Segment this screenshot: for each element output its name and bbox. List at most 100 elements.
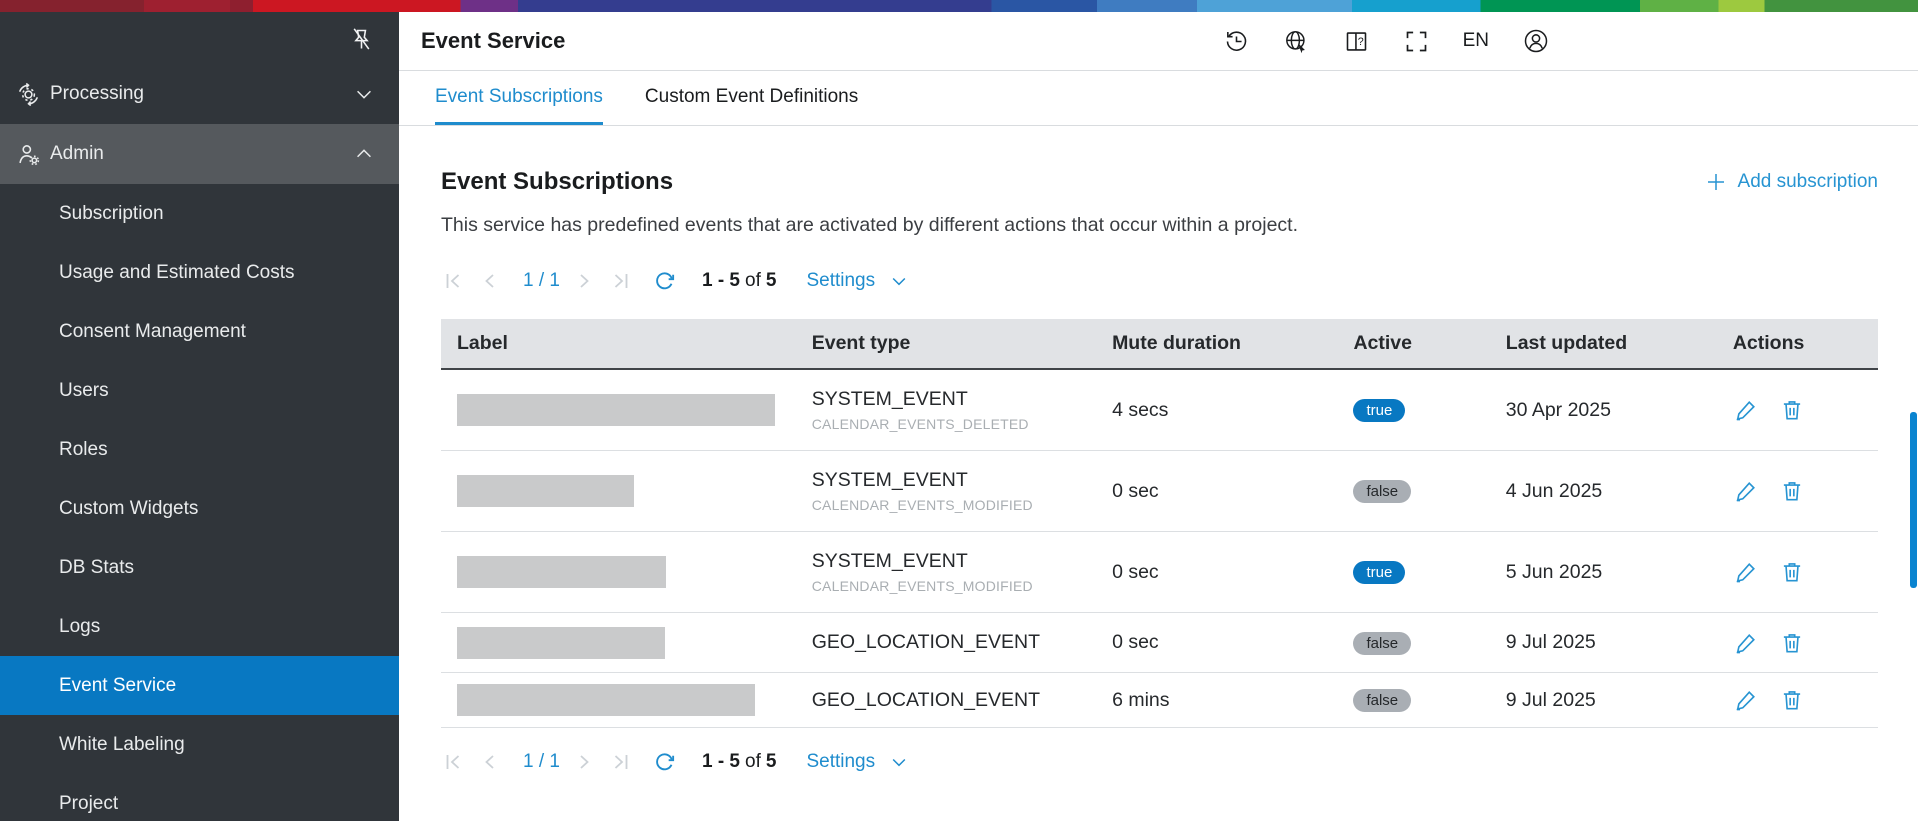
pin-off-icon[interactable] <box>348 26 375 53</box>
column-header-label: Label <box>441 332 812 355</box>
topbar: Event Service ? <box>399 12 1918 71</box>
sidebar-item-logs[interactable]: Logs <box>0 597 399 656</box>
chevron-down-icon <box>889 752 909 772</box>
mute-duration: 4 secs <box>1112 399 1353 422</box>
table-row: SYSTEM_EVENT CALENDAR_EVENTS_DELETED 4 s… <box>441 370 1878 451</box>
fullscreen-icon[interactable] <box>1403 28 1430 55</box>
sidebar-item-white-labeling[interactable]: White Labeling <box>0 715 399 774</box>
range-indicator: 1 - 5of5 <box>702 270 776 292</box>
svg-text:?: ? <box>1357 35 1363 47</box>
range-indicator: 1 - 5of5 <box>702 751 776 773</box>
active-badge: true <box>1353 561 1405 584</box>
sidebar-item-event-service[interactable]: Event Service <box>0 656 399 715</box>
processing-icon <box>14 80 42 108</box>
next-page-button[interactable] <box>572 269 596 293</box>
chevron-down-icon <box>889 271 909 291</box>
mute-duration: 6 mins <box>1112 689 1353 712</box>
page-indicator: 1 / 1 <box>523 270 560 292</box>
delete-button[interactable] <box>1779 630 1805 656</box>
brand-supergraphic <box>0 0 1918 12</box>
help-book-icon[interactable]: ? <box>1343 28 1370 55</box>
mute-duration: 0 sec <box>1112 631 1353 654</box>
column-header-last-updated: Last updated <box>1506 332 1733 355</box>
event-type: SYSTEM_EVENT <box>812 388 1112 411</box>
globe-language-icon[interactable] <box>1283 28 1310 55</box>
delete-button[interactable] <box>1779 397 1805 423</box>
sidebar: Processing Admin Subscription Usage an <box>0 12 399 821</box>
last-updated: 30 Apr 2025 <box>1506 399 1733 422</box>
event-subtype: CALENDAR_EVENTS_MODIFIED <box>812 497 1112 513</box>
column-header-event-type: Event type <box>812 332 1112 355</box>
sidebar-item-admin[interactable]: Admin <box>0 124 399 184</box>
column-header-mute-duration: Mute duration <box>1112 332 1353 355</box>
delete-button[interactable] <box>1779 478 1805 504</box>
active-badge: false <box>1353 632 1411 655</box>
sidebar-pin-row <box>0 12 399 64</box>
section-heading: Event Subscriptions <box>441 168 673 196</box>
settings-button[interactable]: Settings <box>806 270 909 292</box>
sidebar-item-users[interactable]: Users <box>0 361 399 420</box>
sidebar-item-label: Admin <box>50 143 353 165</box>
active-badge: true <box>1353 399 1405 422</box>
previous-page-button[interactable] <box>478 269 502 293</box>
event-type: GEO_LOCATION_EVENT <box>812 689 1112 712</box>
previous-page-button[interactable] <box>478 750 502 774</box>
sidebar-item-usage-and-estimated-costs[interactable]: Usage and Estimated Costs <box>0 243 399 302</box>
last-page-button[interactable] <box>609 269 633 293</box>
table-row: SYSTEM_EVENT CALENDAR_EVENTS_MODIFIED 0 … <box>441 532 1878 613</box>
refresh-icon[interactable] <box>652 750 677 775</box>
content: Event Subscriptions Add subscription Thi… <box>399 126 1918 782</box>
table-row: SYSTEM_EVENT CALENDAR_EVENTS_MODIFIED 0 … <box>441 451 1878 532</box>
edit-button[interactable] <box>1733 630 1759 656</box>
edit-button[interactable] <box>1733 687 1759 713</box>
refresh-icon[interactable] <box>652 269 677 294</box>
plus-icon <box>1704 170 1728 194</box>
sidebar-item-subscription[interactable]: Subscription <box>0 184 399 243</box>
active-badge: false <box>1353 480 1411 503</box>
delete-button[interactable] <box>1779 559 1805 585</box>
account-icon[interactable] <box>1522 27 1550 55</box>
last-updated: 4 Jun 2025 <box>1506 480 1733 503</box>
pagination-top: 1 / 1 1 - 5of5 Settings <box>441 261 1878 301</box>
sidebar-item-project[interactable]: Project <box>0 774 399 821</box>
last-updated: 9 Jul 2025 <box>1506 689 1733 712</box>
event-type: SYSTEM_EVENT <box>812 469 1112 492</box>
add-subscription-button[interactable]: Add subscription <box>1704 170 1878 194</box>
page-title: Event Service <box>421 28 565 54</box>
mute-duration: 0 sec <box>1112 561 1353 584</box>
mute-duration: 0 sec <box>1112 480 1353 503</box>
sidebar-item-processing[interactable]: Processing <box>0 64 399 124</box>
redacted-label <box>457 556 666 588</box>
chevron-up-icon <box>353 143 375 165</box>
next-page-button[interactable] <box>572 750 596 774</box>
history-icon[interactable] <box>1223 28 1250 55</box>
tab-event-subscriptions[interactable]: Event Subscriptions <box>435 71 603 125</box>
column-header-active: Active <box>1353 332 1505 355</box>
active-badge: false <box>1353 689 1411 712</box>
delete-button[interactable] <box>1779 687 1805 713</box>
edit-button[interactable] <box>1733 397 1759 423</box>
last-page-button[interactable] <box>609 750 633 774</box>
admin-subnav: Subscription Usage and Estimated Costs C… <box>0 184 399 821</box>
sidebar-item-label: Processing <box>50 83 353 105</box>
tab-custom-event-definitions[interactable]: Custom Event Definitions <box>645 71 858 125</box>
sidebar-item-consent-management[interactable]: Consent Management <box>0 302 399 361</box>
event-type: GEO_LOCATION_EVENT <box>812 631 1112 654</box>
table-row: GEO_LOCATION_EVENT 6 mins false 9 Jul 20… <box>441 673 1878 728</box>
sidebar-item-roles[interactable]: Roles <box>0 420 399 479</box>
section-description: This service has predefined events that … <box>441 214 1878 237</box>
event-subtype: CALENDAR_EVENTS_MODIFIED <box>812 578 1112 594</box>
scrollbar[interactable] <box>1910 412 1917 588</box>
edit-button[interactable] <box>1733 559 1759 585</box>
language-selector[interactable]: EN <box>1463 30 1489 52</box>
sidebar-item-custom-widgets[interactable]: Custom Widgets <box>0 479 399 538</box>
redacted-label <box>457 475 634 507</box>
edit-button[interactable] <box>1733 478 1759 504</box>
pagination-bottom: 1 / 1 1 - 5of5 Settings <box>441 742 1878 782</box>
first-page-button[interactable] <box>441 750 465 774</box>
sidebar-item-db-stats[interactable]: DB Stats <box>0 538 399 597</box>
last-updated: 9 Jul 2025 <box>1506 631 1733 654</box>
tabbar: Event Subscriptions Custom Event Definit… <box>399 71 1918 126</box>
first-page-button[interactable] <box>441 269 465 293</box>
settings-button[interactable]: Settings <box>806 751 909 773</box>
